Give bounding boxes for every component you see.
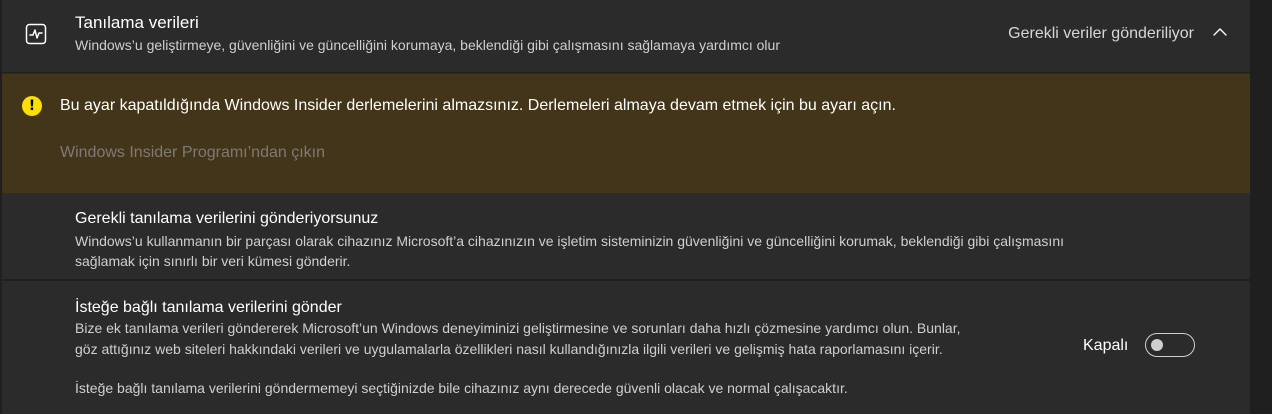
- chevron-up-icon[interactable]: [1210, 22, 1230, 42]
- diagnostics-panel: Tanılama verileri Windows’u geliştirmeye…: [2, 0, 1250, 414]
- optional-note: İsteğe bağlı tanılama verilerini gönderm…: [75, 380, 848, 396]
- warning-icon: !: [22, 96, 42, 116]
- toggle-knob: [1151, 339, 1163, 351]
- diagnostics-pulse-icon: [24, 22, 48, 46]
- toggle-state-label: Kapalı: [1083, 337, 1129, 354]
- scrollbar-track[interactable]: [1252, 0, 1272, 414]
- warning-message: Bu ayar kapatıldığında Windows Insider d…: [60, 97, 896, 114]
- required-desc-line2: sağlamak için sınırlı bir veri kümesi gö…: [75, 253, 351, 269]
- optional-title: İsteğe bağlı tanılama verilerini gönder: [75, 299, 342, 316]
- optional-desc-line1: Bize ek tanılama verileri göndererek Mic…: [75, 320, 961, 336]
- header-title: Tanılama verileri: [75, 13, 199, 32]
- optional-diagnostics-toggle[interactable]: [1145, 333, 1195, 357]
- required-title: Gerekli tanılama verilerini gönderiyorsu…: [75, 210, 379, 227]
- header-status: Gerekli veriler gönderiliyor: [1008, 25, 1194, 42]
- required-diagnostics-row: Gerekli tanılama verilerini gönderiyorsu…: [2, 194, 1250, 281]
- optional-diagnostics-row: İsteğe bağlı tanılama verilerini gönder …: [2, 283, 1250, 414]
- required-desc-line1: Windows’u kullanmanın bir parçası olarak…: [75, 233, 1064, 249]
- leave-insider-link[interactable]: Windows Insider Programı’ndan çıkın: [60, 144, 325, 162]
- insider-warning-banner: ! Bu ayar kapatıldığında Windows Insider…: [2, 74, 1250, 193]
- optional-desc-line2: göz attığınız web siteleri hakkındaki ve…: [75, 341, 943, 357]
- header-subtitle: Windows’u geliştirmeye, güvenliğini ve g…: [75, 37, 780, 53]
- diagnostics-header[interactable]: Tanılama verileri Windows’u geliştirmeye…: [2, 0, 1250, 73]
